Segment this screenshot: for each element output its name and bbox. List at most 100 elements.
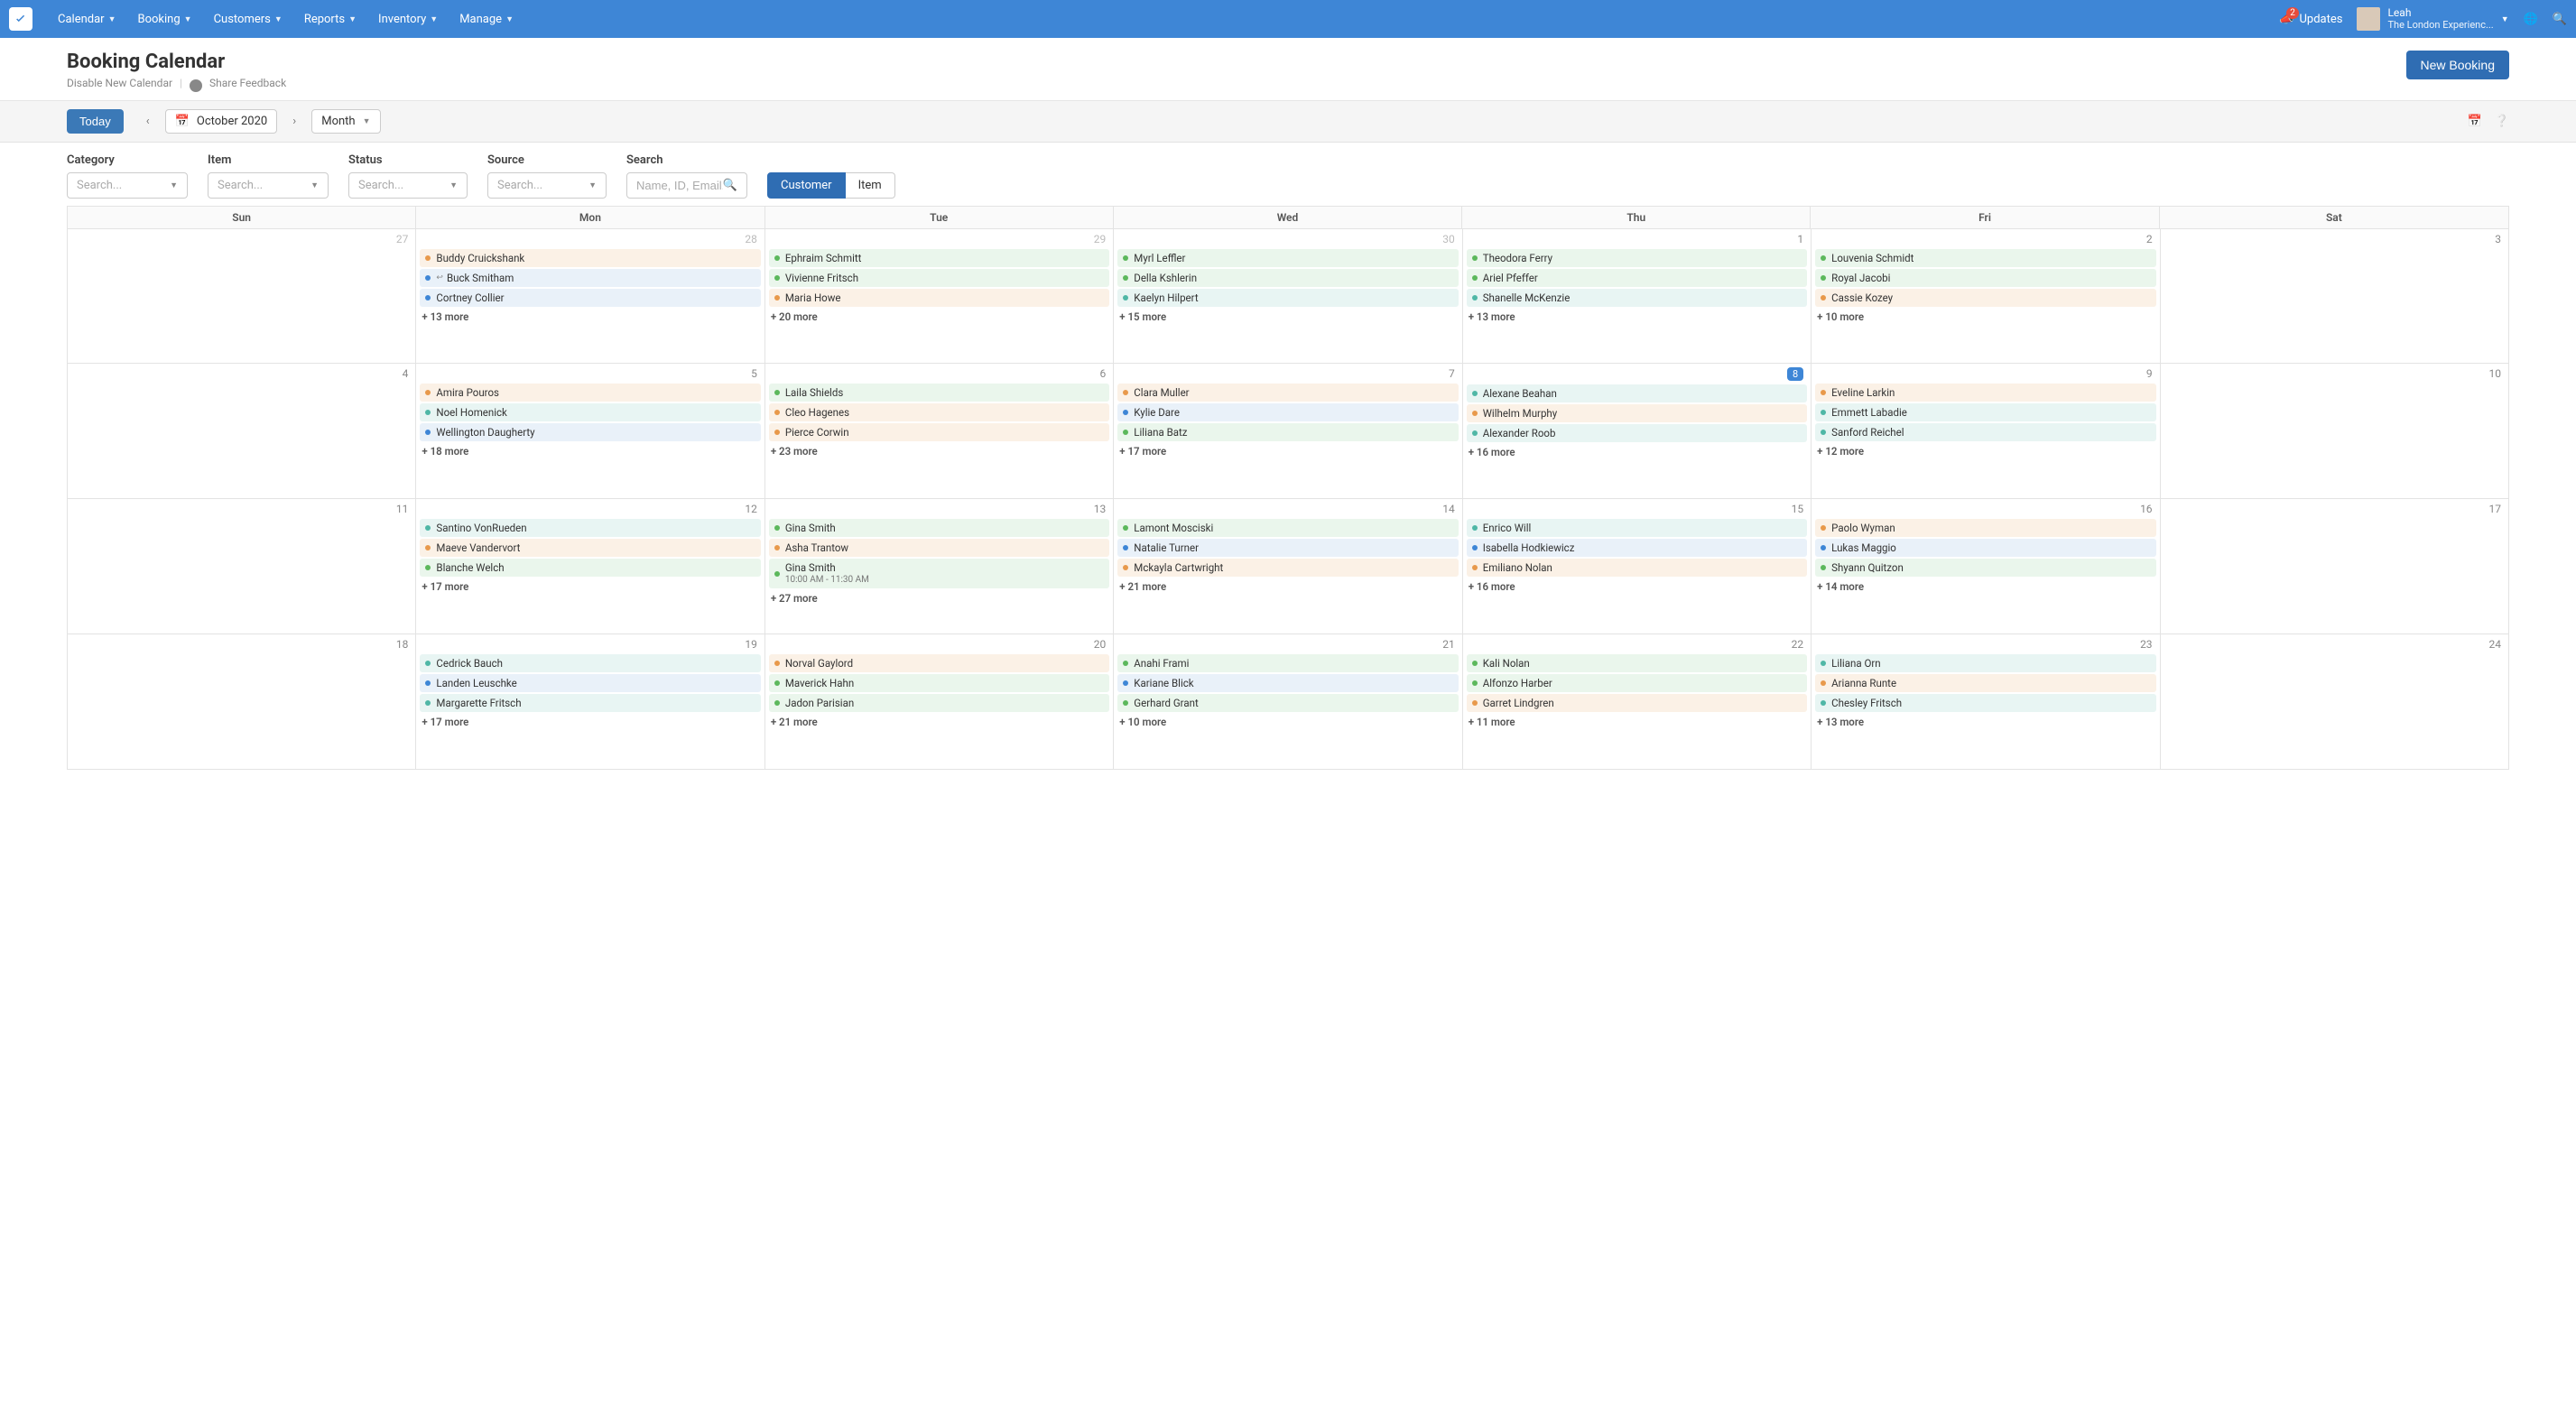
booking-event[interactable]: Gina Smith: [769, 519, 1109, 537]
booking-event[interactable]: Arianna Runte: [1815, 674, 2155, 692]
booking-event[interactable]: Santino VonRueden: [420, 519, 760, 537]
more-link[interactable]: + 11 more: [1463, 714, 1811, 730]
booking-event[interactable]: Norval Gaylord: [769, 654, 1109, 672]
status-filter[interactable]: Search...▼: [348, 172, 468, 199]
help-icon[interactable]: ❔: [2495, 115, 2509, 128]
more-link[interactable]: + 13 more: [1463, 309, 1811, 325]
calendar-settings-icon[interactable]: 📅: [2468, 115, 2482, 128]
calendar-cell[interactable]: 1Theodora FerryAriel PfefferShanelle McK…: [1463, 228, 1812, 364]
source-filter[interactable]: Search...▼: [487, 172, 607, 199]
booking-event[interactable]: ↩Buck Smitham: [420, 269, 760, 287]
more-link[interactable]: + 13 more: [1812, 714, 2159, 730]
booking-event[interactable]: Mckayla Cartwright: [1117, 559, 1458, 577]
booking-event[interactable]: Cedrick Bauch: [420, 654, 760, 672]
booking-event[interactable]: Kali Nolan: [1467, 654, 1807, 672]
more-link[interactable]: + 20 more: [765, 309, 1113, 325]
globe-icon[interactable]: 🌐: [2524, 13, 2538, 26]
booking-event[interactable]: Royal Jacobi: [1815, 269, 2155, 287]
search-icon[interactable]: 🔍: [2553, 13, 2567, 26]
calendar-cell[interactable]: 11: [68, 499, 416, 634]
booking-event[interactable]: Lamont Mosciski: [1117, 519, 1458, 537]
item-filter[interactable]: Search...▼: [208, 172, 329, 199]
calendar-cell[interactable]: 4: [68, 364, 416, 499]
booking-event[interactable]: Blanche Welch: [420, 559, 760, 577]
booking-event[interactable]: Kariane Blick: [1117, 674, 1458, 692]
booking-event[interactable]: Alexane Beahan: [1467, 384, 1807, 402]
more-link[interactable]: + 14 more: [1812, 578, 2159, 595]
booking-event[interactable]: Cassie Kozey: [1815, 289, 2155, 307]
calendar-cell[interactable]: 23Liliana OrnArianna RunteChesley Fritsc…: [1812, 634, 2160, 770]
booking-event[interactable]: Alexander Roob: [1467, 424, 1807, 442]
more-link[interactable]: + 27 more: [765, 590, 1113, 606]
more-link[interactable]: + 15 more: [1114, 309, 1461, 325]
calendar-cell[interactable]: 17: [2161, 499, 2509, 634]
booking-event[interactable]: Kylie Dare: [1117, 403, 1458, 421]
calendar-cell[interactable]: 6Laila ShieldsCleo HagenesPierce Corwin+…: [765, 364, 1114, 499]
booking-event[interactable]: Lukas Maggio: [1815, 539, 2155, 557]
calendar-cell[interactable]: 5Amira PourosNoel HomenickWellington Dau…: [416, 364, 764, 499]
booking-event[interactable]: Chesley Fritsch: [1815, 694, 2155, 712]
booking-event[interactable]: Cleo Hagenes: [769, 403, 1109, 421]
booking-event[interactable]: Asha Trantow: [769, 539, 1109, 557]
calendar-cell[interactable]: 2Louvenia SchmidtRoyal JacobiCassie Koze…: [1812, 228, 2160, 364]
more-link[interactable]: + 21 more: [1114, 578, 1461, 595]
more-link[interactable]: + 12 more: [1812, 443, 2159, 459]
more-link[interactable]: + 16 more: [1463, 578, 1811, 595]
more-link[interactable]: + 17 more: [1114, 443, 1461, 459]
new-booking-button[interactable]: New Booking: [2406, 51, 2510, 79]
booking-event[interactable]: Landen Leuschke: [420, 674, 760, 692]
booking-event[interactable]: Ephraim Schmitt: [769, 249, 1109, 267]
booking-event[interactable]: Alfonzo Harber: [1467, 674, 1807, 692]
booking-event[interactable]: Myrl Leffler: [1117, 249, 1458, 267]
booking-event[interactable]: Maria Howe: [769, 289, 1109, 307]
calendar-cell[interactable]: 30Myrl LefflerDella KshlerinKaelyn Hilpe…: [1114, 228, 1462, 364]
calendar-cell[interactable]: 24: [2161, 634, 2509, 770]
app-logo[interactable]: [9, 7, 32, 31]
updates-button[interactable]: 2 📣 Updates: [2279, 13, 2342, 26]
booking-event[interactable]: Liliana Batz: [1117, 423, 1458, 441]
booking-event[interactable]: Shyann Quitzon: [1815, 559, 2155, 577]
today-button[interactable]: Today: [67, 109, 124, 134]
booking-event[interactable]: Cortney Collier: [420, 289, 760, 307]
booking-event[interactable]: Theodora Ferry: [1467, 249, 1807, 267]
booking-event[interactable]: Amira Pouros: [420, 384, 760, 402]
search-input[interactable]: [636, 179, 723, 192]
booking-event[interactable]: Noel Homenick: [420, 403, 760, 421]
disable-calendar-link[interactable]: Disable New Calendar: [67, 77, 172, 89]
calendar-cell[interactable]: 12Santino VonRuedenMaeve VandervortBlanc…: [416, 499, 764, 634]
nav-customers[interactable]: Customers▼: [205, 9, 292, 30]
next-button[interactable]: ›: [284, 115, 304, 128]
calendar-cell[interactable]: 20Norval GaylordMaverick HahnJadon Paris…: [765, 634, 1114, 770]
booking-event[interactable]: Eveline Larkin: [1815, 384, 2155, 402]
booking-event[interactable]: Paolo Wyman: [1815, 519, 2155, 537]
calendar-cell[interactable]: 29Ephraim SchmittVivienne FritschMaria H…: [765, 228, 1114, 364]
booking-event[interactable]: Garret Lindgren: [1467, 694, 1807, 712]
booking-event[interactable]: Maeve Vandervort: [420, 539, 760, 557]
booking-event[interactable]: Liliana Orn: [1815, 654, 2155, 672]
more-link[interactable]: + 17 more: [416, 578, 764, 595]
nav-inventory[interactable]: Inventory▼: [369, 9, 447, 30]
more-link[interactable]: + 21 more: [765, 714, 1113, 730]
booking-event[interactable]: Ariel Pfeffer: [1467, 269, 1807, 287]
calendar-cell[interactable]: 27: [68, 228, 416, 364]
booking-event[interactable]: Gina Smith10:00 AM - 11:30 AM: [769, 559, 1109, 588]
prev-button[interactable]: ‹: [138, 115, 158, 128]
booking-event[interactable]: Pierce Corwin: [769, 423, 1109, 441]
booking-event[interactable]: Kaelyn Hilpert: [1117, 289, 1458, 307]
booking-event[interactable]: Louvenia Schmidt: [1815, 249, 2155, 267]
nav-booking[interactable]: Booking▼: [129, 9, 201, 30]
calendar-cell[interactable]: 14Lamont MosciskiNatalie TurnerMckayla C…: [1114, 499, 1462, 634]
more-link[interactable]: + 18 more: [416, 443, 764, 459]
booking-event[interactable]: Natalie Turner: [1117, 539, 1458, 557]
booking-event[interactable]: Maverick Hahn: [769, 674, 1109, 692]
booking-event[interactable]: Gerhard Grant: [1117, 694, 1458, 712]
booking-event[interactable]: Isabella Hodkiewicz: [1467, 539, 1807, 557]
calendar-cell[interactable]: 28Buddy Cruickshank↩Buck SmithamCortney …: [416, 228, 764, 364]
booking-event[interactable]: Sanford Reichel: [1815, 423, 2155, 441]
booking-event[interactable]: Della Kshlerin: [1117, 269, 1458, 287]
nav-manage[interactable]: Manage▼: [450, 9, 523, 30]
booking-event[interactable]: Vivienne Fritsch: [769, 269, 1109, 287]
more-link[interactable]: + 10 more: [1812, 309, 2159, 325]
more-link[interactable]: + 23 more: [765, 443, 1113, 459]
booking-event[interactable]: Anahi Frami: [1117, 654, 1458, 672]
